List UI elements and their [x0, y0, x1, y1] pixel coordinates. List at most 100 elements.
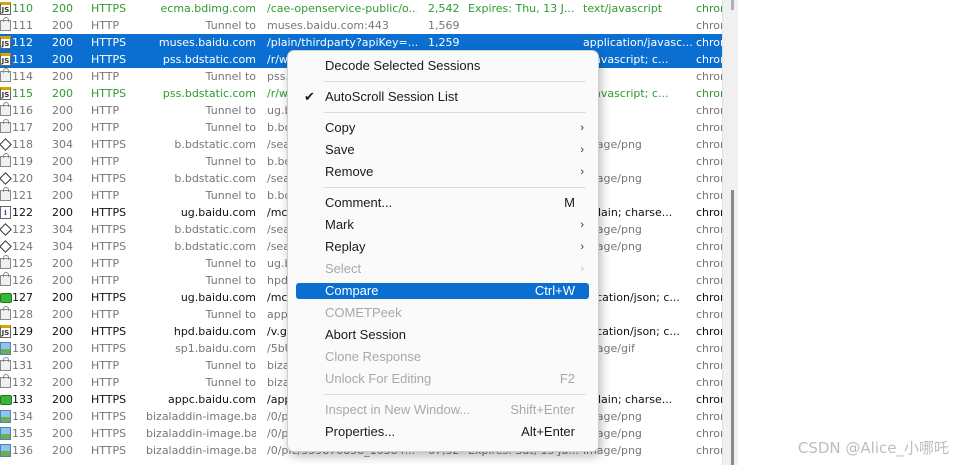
scrollbar-top[interactable] [731, 0, 734, 10]
session-protocol-cell: HTTP [91, 257, 120, 270]
checkmark-icon: ✔ [304, 89, 315, 104]
submenu-arrow-icon: › [580, 219, 584, 231]
tunnel-lock-icon [0, 187, 11, 201]
session-ctype-cell: image/png [583, 444, 642, 457]
session-id-cell: 126 [12, 274, 33, 287]
menu-item-unlock-for-editing[interactable]: Unlock For Editing F2 [296, 371, 589, 387]
session-ctype-cell [583, 357, 693, 374]
session-ctype-cell: t/plain; charse... [583, 393, 673, 406]
image-file-icon [0, 342, 11, 355]
tunnel-lock-icon [0, 153, 11, 167]
javascript-file-icon: JS [0, 36, 11, 49]
menu-item-label: Properties... [325, 424, 396, 439]
menu-item-decode-selected-sessions[interactable]: Decode Selected Sessions [296, 58, 589, 74]
session-ctype-cell: t/javascript; c... [583, 53, 669, 66]
session-ctype-cell [583, 374, 693, 391]
menu-item-save[interactable]: Save › [296, 142, 589, 158]
session-ctype-cell: t/plain; charse... [583, 206, 673, 219]
submenu-arrow-icon: › [580, 263, 584, 275]
tunnel-lock-icon [0, 374, 11, 388]
session-ctype-cell [583, 119, 693, 136]
menu-item-properties[interactable]: Properties... Alt+Enter [296, 424, 589, 440]
menu-item-clone-response[interactable]: Clone Response [296, 349, 589, 365]
menu-item-select[interactable]: Select › [296, 261, 589, 277]
session-process-cell: chrom [696, 240, 722, 253]
session-id-cell: 112 [12, 36, 33, 49]
session-ctype-cell [583, 306, 693, 323]
session-host-cell: b.bdstatic.com [174, 138, 256, 151]
session-result-cell: 200 [52, 121, 73, 134]
session-process-cell: chrom [696, 291, 722, 304]
session-id-cell: 117 [12, 121, 33, 134]
session-process-cell: chrom [696, 359, 722, 372]
session-id-cell: 121 [12, 189, 33, 202]
session-ctype-cell [583, 17, 693, 34]
session-row[interactable]: JS 112 200 HTTPS muses.baidu.com/plain/third… [0, 34, 722, 51]
session-caching-cell: Expires: Thu, 13 J... [468, 2, 575, 15]
session-protocol-cell: HTTPS [91, 325, 127, 338]
menu-item-inspect-in-new-window[interactable]: Inspect in New Window... Shift+Enter [296, 402, 589, 418]
session-id-cell: 111 [12, 19, 33, 32]
javascript-file-icon: JS [0, 325, 11, 338]
session-host-cell: Tunnel to [205, 308, 256, 321]
session-url-cell: /plain/thirdparty?apiKey=... [267, 36, 417, 49]
menu-item-cometpeek[interactable]: COMETPeek [296, 305, 589, 321]
javascript-file-icon: JS [0, 2, 11, 15]
submenu-arrow-icon: › [580, 122, 584, 134]
session-id-cell: 116 [12, 104, 33, 117]
session-protocol-cell: HTTPS [91, 393, 127, 406]
session-host-cell: muses.baidu.com [158, 36, 256, 49]
session-result-cell: 304 [52, 172, 73, 185]
session-host-cell: ug.baidu.com [180, 291, 256, 304]
session-ctype-cell: plication/json; c... [583, 325, 680, 338]
session-protocol-cell: HTTPS [91, 444, 127, 457]
menu-item-compare[interactable]: Compare Ctrl+W [296, 283, 589, 299]
session-row[interactable]: 111 200 HTTP Tunnel to muses.baidu.com:443 1,… [0, 17, 722, 34]
session-host-cell: bizaladdin-image.ba... [146, 427, 256, 440]
session-id-cell: 118 [12, 138, 33, 151]
session-url-cell: /cae-openservice-public/o... [267, 2, 417, 15]
session-process-cell: chrom [696, 274, 722, 287]
session-host-cell: b.bdstatic.com [174, 240, 256, 253]
info-icon: i [0, 206, 11, 219]
session-result-cell: 200 [52, 2, 73, 15]
session-result-cell: 200 [52, 410, 73, 423]
json-response-icon [0, 293, 12, 303]
session-host-cell: pss.bdstatic.com [162, 87, 256, 100]
not-modified-icon [0, 223, 12, 236]
session-host-cell: appc.baidu.com [168, 393, 256, 406]
session-process-cell: chrom [696, 308, 722, 321]
menu-item-comment[interactable]: Comment... M [296, 195, 589, 211]
menu-item-mark[interactable]: Mark › [296, 217, 589, 233]
session-ctype-cell: image/png [583, 240, 642, 253]
session-ctype-cell [583, 255, 693, 272]
session-result-cell: 200 [52, 189, 73, 202]
menu-item-abort-session[interactable]: Abort Session [296, 327, 589, 343]
session-id-cell: 136 [12, 444, 33, 457]
not-modified-icon [0, 240, 12, 253]
session-result-cell: 200 [52, 342, 73, 355]
json-response-icon [0, 395, 12, 405]
session-id-cell: 119 [12, 155, 33, 168]
session-ctype-cell: image/png [583, 427, 642, 440]
session-host-cell: b.bdstatic.com [174, 223, 256, 236]
session-process-cell: chrom [696, 223, 722, 236]
tunnel-lock-icon [0, 272, 11, 286]
session-protocol-cell: HTTPS [91, 427, 127, 440]
session-host-cell: bizaladdin-image.ba... [146, 410, 256, 423]
session-url-cell: muses.baidu.com:443 [267, 19, 389, 32]
session-id-cell: 131 [12, 359, 33, 372]
session-id-cell: 130 [12, 342, 33, 355]
session-result-cell: 200 [52, 427, 73, 440]
vertical-scrollbar[interactable] [731, 190, 734, 465]
menu-item-replay[interactable]: Replay › [296, 239, 589, 255]
menu-item-remove[interactable]: Remove › [296, 164, 589, 180]
session-process-cell: chrom [696, 2, 722, 15]
session-row[interactable]: JS 110 200 HTTPS ecma.bdimg.com/cae-openserv… [0, 0, 722, 17]
javascript-file-icon: JS [0, 53, 11, 66]
session-result-cell: 200 [52, 393, 73, 406]
not-modified-icon [0, 138, 12, 151]
menu-item-copy[interactable]: Copy › [296, 120, 589, 136]
session-result-cell: 200 [52, 325, 73, 338]
menu-item-autoscroll-session-list[interactable]: ✔ AutoScroll Session List [296, 89, 589, 105]
